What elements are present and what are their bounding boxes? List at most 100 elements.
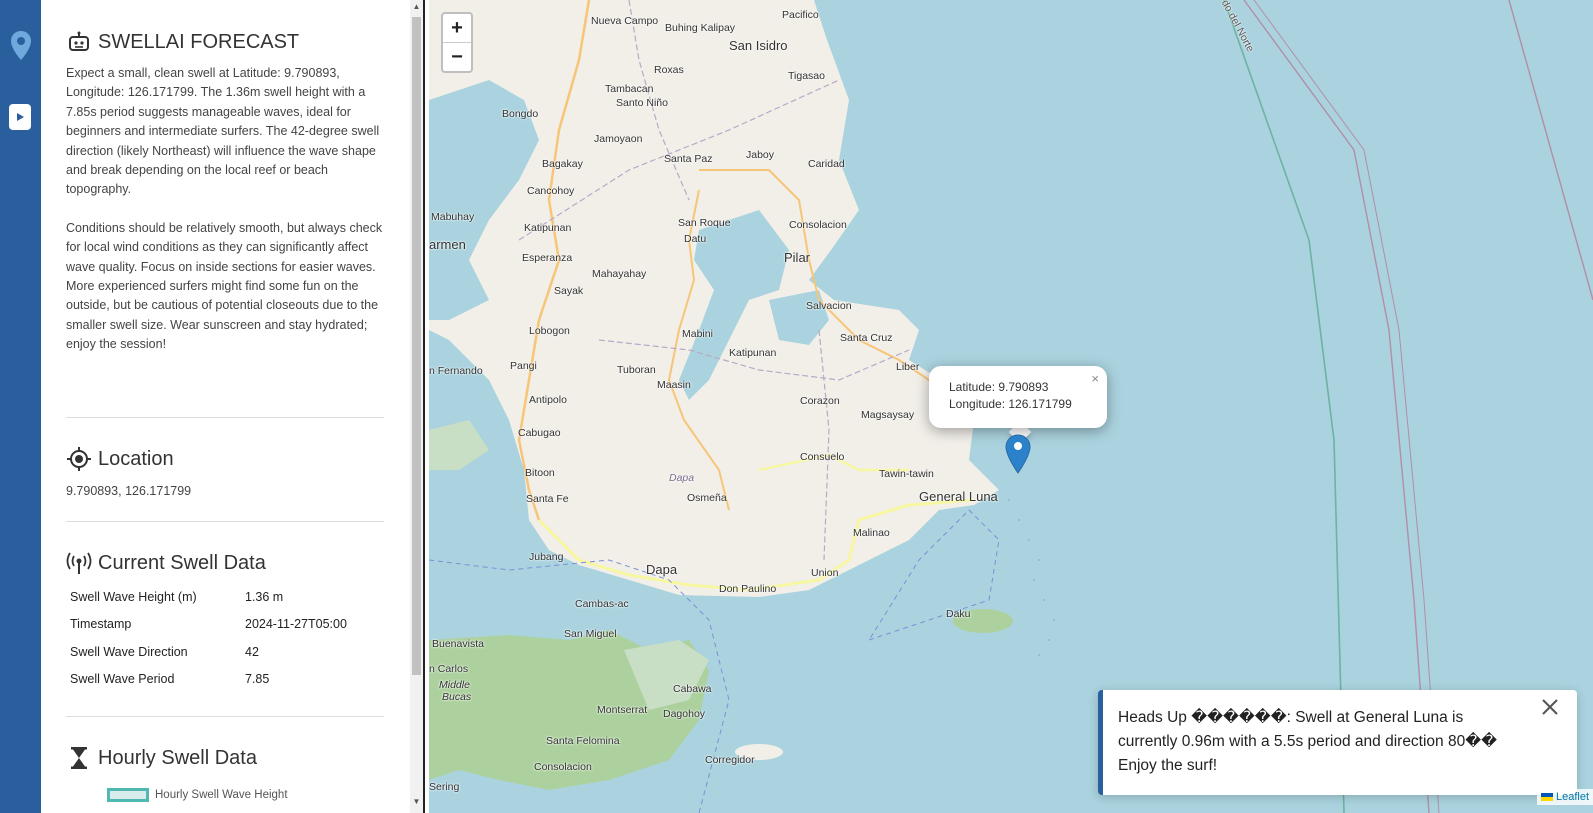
- forecast-title-text: SWELLAI FORECAST: [98, 30, 300, 53]
- map-label: Sering: [429, 781, 460, 793]
- scroll-down-arrow[interactable]: ▼: [412, 797, 421, 809]
- table-row: Swell Wave Height (m) 1.36 m: [66, 583, 384, 611]
- map-label: Katipunan: [729, 347, 777, 359]
- location-coords: 9.790893, 126.171799: [66, 484, 192, 498]
- map-label: Bagakay: [542, 158, 583, 170]
- close-icon[interactable]: [1539, 696, 1561, 718]
- map-label: Corazon: [800, 395, 840, 407]
- play-icon[interactable]: [9, 104, 31, 130]
- zoom-in-button[interactable]: +: [443, 14, 471, 42]
- map-label: Datu: [684, 233, 707, 245]
- map-label: Santo Niño: [616, 97, 668, 109]
- map-label: Dapa: [646, 562, 678, 577]
- map-label: Tuboran: [617, 364, 656, 376]
- map-label: Pacifico: [782, 9, 819, 21]
- row-key: Timestamp: [70, 617, 132, 632]
- map-label: Santa Felomina: [546, 735, 620, 747]
- map-label: n Fernando: [429, 365, 483, 377]
- panel-scrollbar[interactable]: ▲ ▼: [410, 0, 423, 813]
- map-label: Antipolo: [529, 394, 567, 406]
- broadcast-icon: [66, 550, 92, 576]
- map-label: Jamoyaon: [594, 133, 643, 145]
- map-label: armen: [429, 237, 466, 252]
- location-title: Location: [66, 446, 384, 472]
- map-label: Caridad: [808, 158, 845, 170]
- map-label: Corregidor: [705, 754, 755, 766]
- map-label: Consolacion: [789, 219, 847, 231]
- notification-toast: Heads Up ������: Swell at General Luna i…: [1098, 690, 1577, 795]
- popup-close-button[interactable]: ×: [1091, 370, 1099, 387]
- current-swell-title-text: Current Swell Data: [98, 551, 266, 574]
- popup-latitude: Latitude: 9.790893: [949, 380, 1049, 394]
- hourly-swell-title: Hourly Swell Data: [66, 745, 384, 771]
- row-key: Swell Wave Direction: [70, 644, 188, 659]
- row-key: Swell Wave Period: [70, 672, 175, 687]
- scroll-thumb[interactable]: [412, 17, 421, 675]
- map-label: Osmeña: [687, 492, 727, 504]
- map-label: Mahayahay: [592, 268, 647, 280]
- map-label: Consolacion: [534, 761, 592, 773]
- robot-icon: [66, 29, 92, 55]
- divider: [66, 417, 384, 418]
- map-label: Malinao: [853, 527, 890, 539]
- map-label: Union: [811, 567, 839, 579]
- map-pin-icon[interactable]: [9, 30, 33, 62]
- map-label: San Miguel: [564, 628, 617, 640]
- row-value: 7.85: [245, 672, 270, 687]
- map-label: Jubang: [529, 551, 564, 563]
- divider: [66, 521, 384, 522]
- map-label: Santa Fe: [526, 493, 569, 505]
- map-label: Cambas-ac: [575, 598, 629, 610]
- target-icon: [66, 446, 92, 472]
- map-label: Santa Cruz: [840, 332, 893, 344]
- location-section: Location 9.790893, 126.171799: [66, 446, 384, 501]
- forecast-paragraph: Expect a small, clean swell at Latitude:…: [66, 66, 380, 197]
- map-label: Bongdo: [502, 108, 539, 120]
- map-label: Montserrat: [597, 704, 648, 716]
- map-label: Esperanza: [522, 252, 573, 264]
- attribution-link[interactable]: Leaflet: [1556, 791, 1589, 803]
- map-label: Middle: [439, 679, 470, 691]
- hourly-swell-section: Hourly Swell Data: [66, 745, 384, 771]
- map-label: Tawin-tawin: [879, 468, 934, 480]
- map-label: Mabini: [682, 328, 713, 340]
- table-row: Swell Wave Direction 42: [66, 638, 384, 666]
- map-label: Buhing Kalipay: [665, 22, 736, 34]
- left-rail: [0, 0, 41, 813]
- map-label: Don Paulino: [719, 583, 777, 595]
- table-row: Swell Wave Period 7.85: [66, 666, 384, 694]
- map-label: Consuelo: [800, 451, 845, 463]
- map-label: Cancohoy: [527, 185, 575, 197]
- hourglass-icon: [66, 745, 92, 771]
- zoom-out-button[interactable]: −: [443, 42, 471, 70]
- map-label: Magsaysay: [861, 409, 915, 421]
- current-swell-section: Current Swell Data Swell Wave Height (m)…: [66, 550, 384, 693]
- map-label: Roxas: [654, 64, 684, 76]
- map-label: Salvacion: [806, 300, 852, 312]
- swell-table: Swell Wave Height (m) 1.36 m Timestamp 202…: [66, 583, 384, 693]
- scroll-up-arrow[interactable]: ▲: [412, 2, 421, 14]
- map-label: Katipunan: [524, 222, 572, 234]
- map-label: Mabuhay: [431, 211, 475, 223]
- legend-label: Hourly Swell Wave Height: [155, 789, 288, 801]
- chart-legend[interactable]: Hourly Swell Wave Height: [107, 788, 288, 802]
- forecast-section: SWELLAI FORECAST Expect a small, clean s…: [66, 29, 384, 355]
- map-marker-icon[interactable]: [1005, 434, 1031, 474]
- map-label: Pangi: [510, 360, 537, 372]
- forecast-paragraph: Conditions should be relatively smooth, …: [66, 220, 383, 352]
- zoom-control: + −: [441, 12, 473, 73]
- map-attribution[interactable]: Leaflet: [1536, 789, 1593, 805]
- location-title-text: Location: [98, 447, 174, 470]
- row-value: 1.36 m: [245, 589, 284, 604]
- map-label: Sayak: [554, 285, 584, 297]
- map-label: Daku: [946, 608, 971, 620]
- map-label: Santa Paz: [664, 153, 713, 165]
- map-label: Cabawa: [673, 683, 712, 695]
- legend-swatch: [107, 788, 149, 802]
- row-value: 2024-11-27T05:00: [245, 617, 347, 632]
- current-swell-title: Current Swell Data: [66, 550, 384, 576]
- map-label: Buenavista: [432, 638, 484, 650]
- map-label: Pilar: [784, 250, 811, 265]
- map-label: n Carlos: [429, 663, 469, 675]
- divider: [66, 716, 384, 717]
